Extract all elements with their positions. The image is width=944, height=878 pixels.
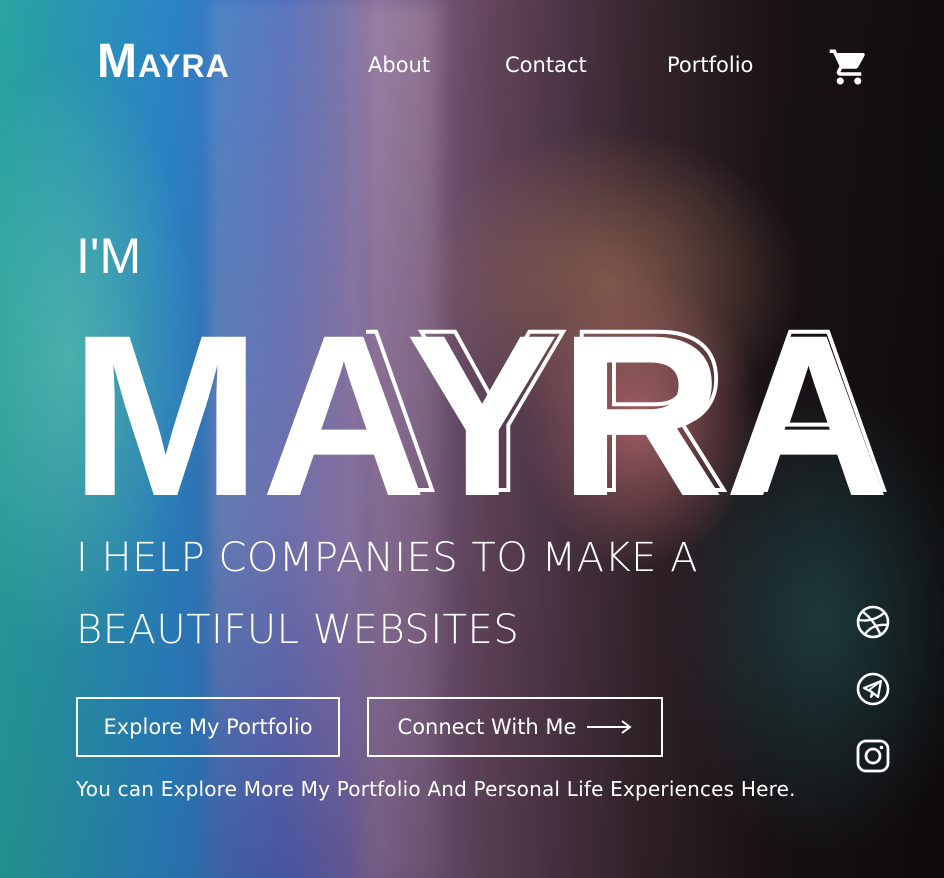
logo-initial: M [97, 35, 138, 88]
nav-about[interactable]: About [368, 53, 430, 77]
hero-note: You can Explore More My Portfolio And Pe… [76, 777, 796, 801]
site-logo[interactable]: Mayra [97, 38, 230, 90]
shopping-cart-icon[interactable] [828, 46, 870, 88]
nav-portfolio[interactable]: Portfolio [667, 53, 753, 77]
arrow-right-icon [587, 720, 633, 734]
instagram-icon[interactable] [855, 738, 891, 774]
tagline-line-1: I HELP COMPANIES TO MAKE A [76, 535, 699, 581]
explore-portfolio-button[interactable]: Explore My Portfolio [76, 697, 340, 757]
hero-name-title: MAYRA MAYRA [70, 300, 892, 510]
connect-button[interactable]: Connect With Me [367, 697, 663, 757]
logo-rest: ayra [137, 48, 230, 84]
nav-contact[interactable]: Contact [505, 53, 587, 77]
explore-button-label: Explore My Portfolio [103, 715, 313, 739]
connect-button-label: Connect With Me [397, 715, 577, 739]
hero-tagline: I HELP COMPANIES TO MAKE A BEAUTIFUL WEB… [76, 522, 856, 666]
telegram-icon[interactable] [855, 671, 891, 707]
intro-text: I'M [76, 228, 142, 284]
dribbble-icon[interactable] [855, 604, 891, 640]
tagline-line-2: BEAUTIFUL WEBSITES [76, 607, 520, 653]
